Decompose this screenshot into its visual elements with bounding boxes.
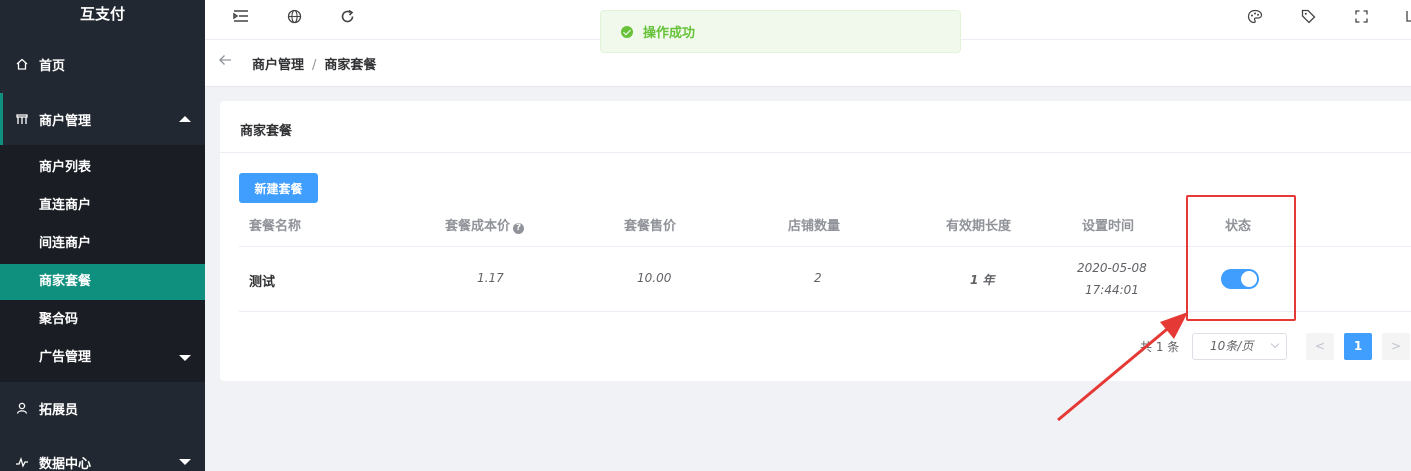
cell-duration: 1 年 xyxy=(970,273,995,287)
card-title: 商家套餐 xyxy=(240,124,293,139)
pagination-total: 共 1 条 xyxy=(1140,340,1180,354)
page-size-value: 10条/页 xyxy=(1210,339,1254,353)
sidebar-subitem-merchant-list[interactable]: 商户列表 xyxy=(0,150,205,186)
card-divider xyxy=(220,152,1411,153)
success-check-icon xyxy=(621,25,633,38)
page-size-select[interactable]: 10条/页 xyxy=(1192,333,1287,360)
column-header-price: 套餐售价 xyxy=(624,219,677,234)
user-menu-icon[interactable] xyxy=(1401,7,1411,25)
cell-stores: 2 xyxy=(814,271,822,285)
palette-icon[interactable] xyxy=(1246,7,1264,25)
sidebar-item-data-center[interactable]: 数据中心 xyxy=(0,444,205,471)
page-number-button[interactable]: 1 xyxy=(1344,333,1372,360)
sidebar-item-merchant-management[interactable]: 商户管理 xyxy=(0,93,205,145)
column-header-stores: 店铺数量 xyxy=(788,219,841,234)
cell-price: 10.00 xyxy=(637,271,672,285)
cell-time: 17:44:01 xyxy=(1085,283,1139,297)
cell-cost: 1.17 xyxy=(477,271,504,285)
breadcrumb-separator: / xyxy=(312,58,317,73)
sidebar-item-label: 商户管理 xyxy=(39,113,92,129)
sidebar-item-label: 首页 xyxy=(39,58,66,74)
sidebar-subitem-indirect-merchant[interactable]: 间连商户 xyxy=(0,226,205,262)
sidebar: 互支付 首页 商户管理 商户列表 直连商户 间连商户 商家套餐 聚合码 广告管理… xyxy=(0,0,205,471)
sidebar-subitem-aggregate-code[interactable]: 聚合码 xyxy=(0,302,205,338)
success-toast: 操作成功 xyxy=(600,10,961,53)
sidebar-item-label: 广告管理 xyxy=(39,350,92,365)
caret-down-icon xyxy=(179,459,191,465)
column-header-name: 套餐名称 xyxy=(249,219,302,234)
annotation-highlight-box xyxy=(1186,195,1296,321)
shop-icon xyxy=(15,112,29,126)
breadcrumb-parent[interactable]: 商户管理 xyxy=(252,58,304,73)
collapse-menu-icon[interactable] xyxy=(232,7,250,25)
cell-name: 测试 xyxy=(249,275,276,290)
column-header-duration: 有效期长度 xyxy=(946,219,1012,234)
globe-icon[interactable] xyxy=(285,7,303,25)
prev-page-button[interactable]: < xyxy=(1306,333,1334,360)
caret-up-icon xyxy=(179,116,191,122)
breadcrumb: 商户管理 / 商家套餐 xyxy=(252,54,376,73)
sidebar-item-label: 拓展员 xyxy=(39,402,79,418)
back-arrow-icon[interactable] xyxy=(219,52,232,70)
app-logo: 互支付 xyxy=(79,5,125,23)
next-page-button[interactable]: > xyxy=(1382,333,1410,360)
breadcrumb-current: 商家套餐 xyxy=(324,58,377,73)
cell-date: 2020-05-08 xyxy=(1077,261,1147,275)
new-package-button[interactable]: 新建套餐 xyxy=(239,173,318,203)
fullscreen-icon[interactable] xyxy=(1352,7,1370,25)
tag-icon[interactable] xyxy=(1299,7,1317,25)
chart-icon xyxy=(15,455,29,469)
column-header-time: 设置时间 xyxy=(1082,219,1135,234)
home-icon xyxy=(15,57,29,71)
toast-message: 操作成功 xyxy=(643,26,696,41)
chevron-down-icon xyxy=(1270,339,1280,349)
sidebar-subitem-direct-merchant[interactable]: 直连商户 xyxy=(0,188,205,224)
sidebar-subitem-merchant-package[interactable]: 商家套餐 xyxy=(0,264,205,300)
sidebar-item-promoter[interactable]: 拓展员 xyxy=(0,388,205,428)
sidebar-item-home[interactable]: 首页 xyxy=(0,45,205,83)
question-icon[interactable]: ? xyxy=(513,223,525,234)
sidebar-item-label: 数据中心 xyxy=(39,456,92,471)
caret-down-icon xyxy=(179,355,191,361)
column-header-label: 套餐成本价 xyxy=(445,219,511,234)
refresh-icon[interactable] xyxy=(338,7,356,25)
column-header-cost: 套餐成本价? xyxy=(445,215,525,234)
user-icon xyxy=(15,401,29,415)
sidebar-subitem-ad-management[interactable]: 广告管理 xyxy=(0,340,205,376)
